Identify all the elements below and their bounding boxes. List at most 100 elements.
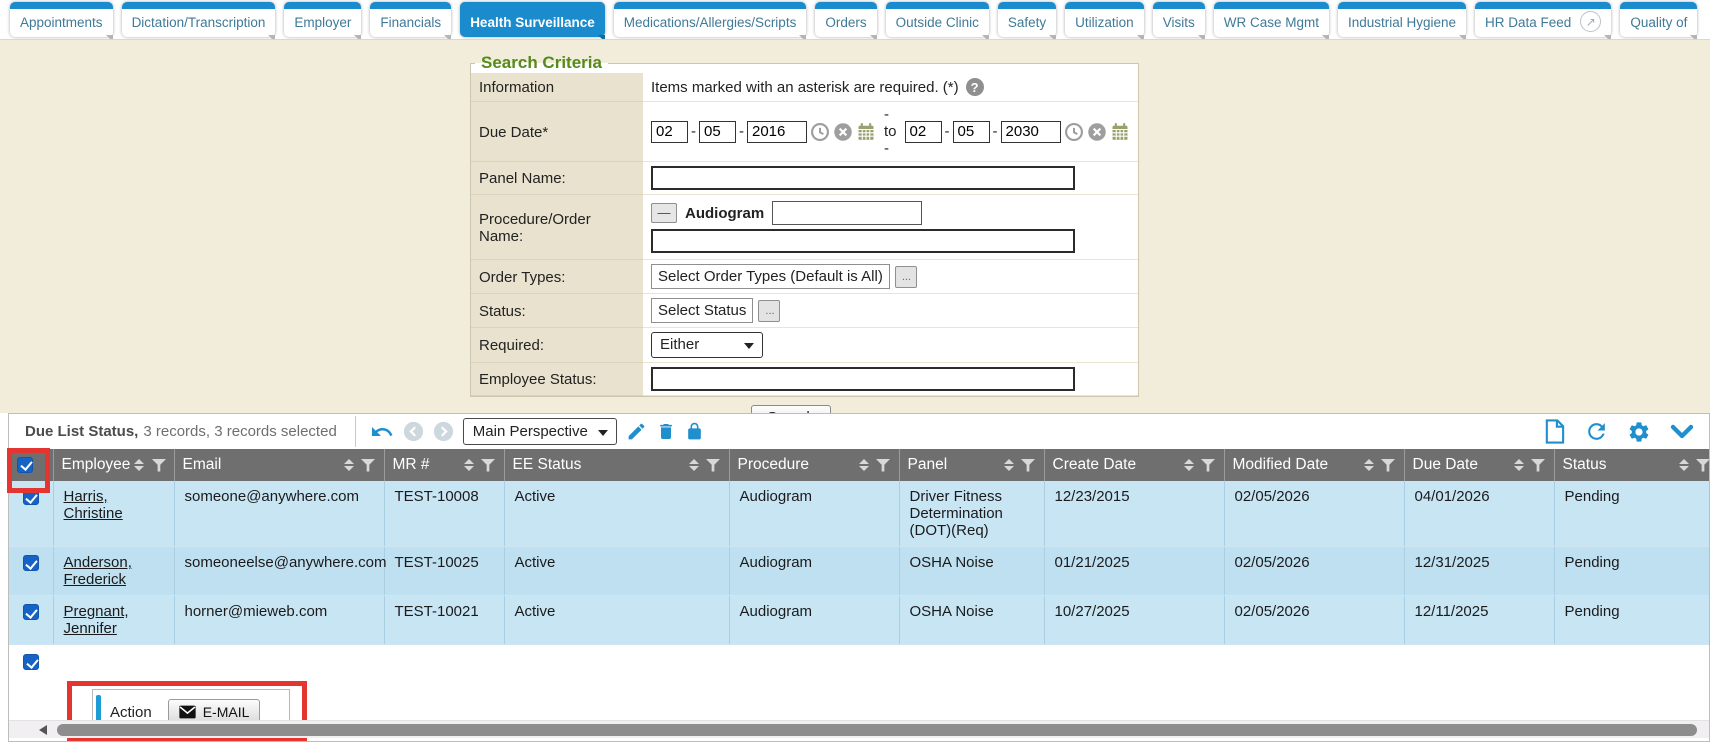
employee-link[interactable]: Harris, Christine (64, 488, 123, 522)
table-row: Anderson, Frederick someoneelse@anywhere… (9, 547, 1710, 596)
tab-outside-clinic[interactable]: Outside Clinic (886, 2, 989, 37)
sort-icon[interactable] (134, 459, 144, 471)
status-browse-button[interactable]: ... (758, 300, 780, 322)
filter-funnel-icon[interactable] (1381, 459, 1396, 472)
scrollbar-thumb[interactable] (57, 724, 1697, 736)
help-icon[interactable]: ? (966, 78, 984, 96)
row-checkbox[interactable] (23, 489, 39, 505)
column-header-create-date[interactable]: Create Date (1044, 449, 1224, 481)
procedure-cell: Audiogram (729, 547, 899, 596)
tab-financials[interactable]: Financials (370, 2, 451, 37)
filter-funnel-icon[interactable] (1201, 459, 1216, 472)
tab-employer[interactable]: Employer (284, 2, 361, 37)
employee-status-input[interactable] (651, 367, 1075, 391)
clear-date-icon[interactable] (1087, 122, 1107, 142)
order-types-value[interactable]: Select Order Types (Default is All) (651, 264, 890, 289)
sort-icon[interactable] (1184, 459, 1194, 471)
order-types-browse-button[interactable]: ... (895, 266, 917, 288)
procedure-cell: Audiogram (729, 596, 899, 645)
filter-funnel-icon[interactable] (706, 459, 721, 472)
ee-status-cell: Active (504, 481, 729, 547)
horizontal-scrollbar[interactable] (9, 720, 1709, 738)
due-to-year-input[interactable] (1001, 121, 1061, 143)
tab-medications-allergies-scripts[interactable]: Medications/Allergies/Scripts (614, 2, 807, 37)
filter-funnel-icon[interactable] (1696, 459, 1710, 472)
select-all-header-cell[interactable] (9, 449, 53, 481)
procedure-order-name-input[interactable] (651, 229, 1075, 253)
tab-visits[interactable]: Visits (1153, 2, 1205, 37)
row-checkbox[interactable] (23, 555, 39, 571)
column-header-status[interactable]: Status (1554, 449, 1710, 481)
procedure-chip-input[interactable] (772, 201, 922, 225)
clear-date-icon[interactable] (833, 122, 853, 142)
column-header-due-date[interactable]: Due Date (1404, 449, 1554, 481)
column-header-mr[interactable]: MR # (384, 449, 504, 481)
column-header-panel[interactable]: Panel (899, 449, 1044, 481)
sort-icon[interactable] (859, 459, 869, 471)
refresh-icon[interactable] (1584, 419, 1609, 444)
status-cell: Pending (1554, 596, 1710, 645)
tab-orders[interactable]: Orders (815, 2, 876, 37)
sort-icon[interactable] (464, 459, 474, 471)
gear-icon[interactable] (1627, 420, 1651, 444)
row-checkbox[interactable] (23, 604, 39, 620)
filter-funnel-icon[interactable] (876, 459, 891, 472)
perspective-select[interactable]: Main Perspective (463, 418, 617, 445)
edit-perspective-icon[interactable] (626, 421, 647, 442)
select-all-bottom-row (9, 645, 1709, 679)
tab-industrial-hygiene[interactable]: Industrial Hygiene (1338, 2, 1466, 37)
filter-funnel-icon[interactable] (1021, 459, 1036, 472)
sort-icon[interactable] (1364, 459, 1374, 471)
tab-appointments[interactable]: Appointments (10, 2, 113, 37)
calendar-icon[interactable] (1110, 122, 1130, 142)
next-page-icon[interactable] (433, 421, 454, 442)
due-to-month-input[interactable] (905, 121, 942, 143)
required-select[interactable]: Either (651, 332, 763, 358)
undo-icon[interactable] (370, 420, 394, 444)
due-from-year-input[interactable] (747, 121, 807, 143)
remove-procedure-button[interactable]: — (651, 203, 677, 223)
tab-utilization[interactable]: Utilization (1065, 2, 1144, 37)
sort-icon[interactable] (1004, 459, 1014, 471)
open-in-new-icon[interactable]: ↗ (1580, 11, 1601, 32)
filter-funnel-icon[interactable] (151, 459, 165, 472)
sort-icon[interactable] (344, 459, 354, 471)
delete-perspective-icon[interactable] (656, 421, 676, 442)
toolbar-divider (355, 416, 356, 447)
column-header-employee[interactable]: Employee (53, 449, 174, 481)
due-from-month-input[interactable] (651, 121, 688, 143)
filter-funnel-icon[interactable] (481, 459, 496, 472)
employee-link[interactable]: Anderson, Frederick (64, 554, 132, 588)
sort-icon[interactable] (1514, 459, 1524, 471)
scroll-left-arrow-icon[interactable] (39, 725, 47, 735)
tab-dictation-transcription[interactable]: Dictation/Transcription (122, 2, 276, 37)
new-document-icon[interactable] (1543, 419, 1566, 444)
tab-quality-of[interactable]: Quality of (1620, 2, 1697, 37)
employee-status-label: Employee Status: (471, 363, 643, 396)
filter-funnel-icon[interactable] (1531, 459, 1546, 472)
tab-safety[interactable]: Safety (998, 2, 1056, 37)
column-header-modified-date[interactable]: Modified Date (1224, 449, 1404, 481)
due-to-day-input[interactable] (953, 121, 990, 143)
select-all-checkbox[interactable] (17, 457, 33, 473)
tab-health-surveillance[interactable]: Health Surveillance (460, 2, 605, 37)
sort-icon[interactable] (689, 459, 699, 471)
clock-icon[interactable] (1064, 122, 1084, 142)
previous-page-icon[interactable] (403, 421, 424, 442)
employee-link[interactable]: Pregnant, Jennifer (64, 603, 129, 637)
tab-wr-case-mgmt[interactable]: WR Case Mgmt (1214, 2, 1329, 37)
sort-icon[interactable] (1679, 459, 1689, 471)
collapse-chevron-icon[interactable] (1669, 422, 1695, 442)
lock-perspective-icon[interactable] (685, 421, 704, 442)
clock-icon[interactable] (810, 122, 830, 142)
tab-hr-data-feed[interactable]: HR Data Feed ↗ (1475, 2, 1611, 37)
column-header-ee-status[interactable]: EE Status (504, 449, 729, 481)
select-all-bottom-checkbox[interactable] (23, 654, 39, 670)
column-header-procedure[interactable]: Procedure (729, 449, 899, 481)
status-value[interactable]: Select Status (651, 298, 753, 323)
column-header-email[interactable]: Email (174, 449, 384, 481)
calendar-icon[interactable] (856, 122, 876, 142)
due-from-day-input[interactable] (699, 121, 736, 143)
filter-funnel-icon[interactable] (361, 459, 376, 472)
panel-name-input[interactable] (651, 166, 1075, 190)
